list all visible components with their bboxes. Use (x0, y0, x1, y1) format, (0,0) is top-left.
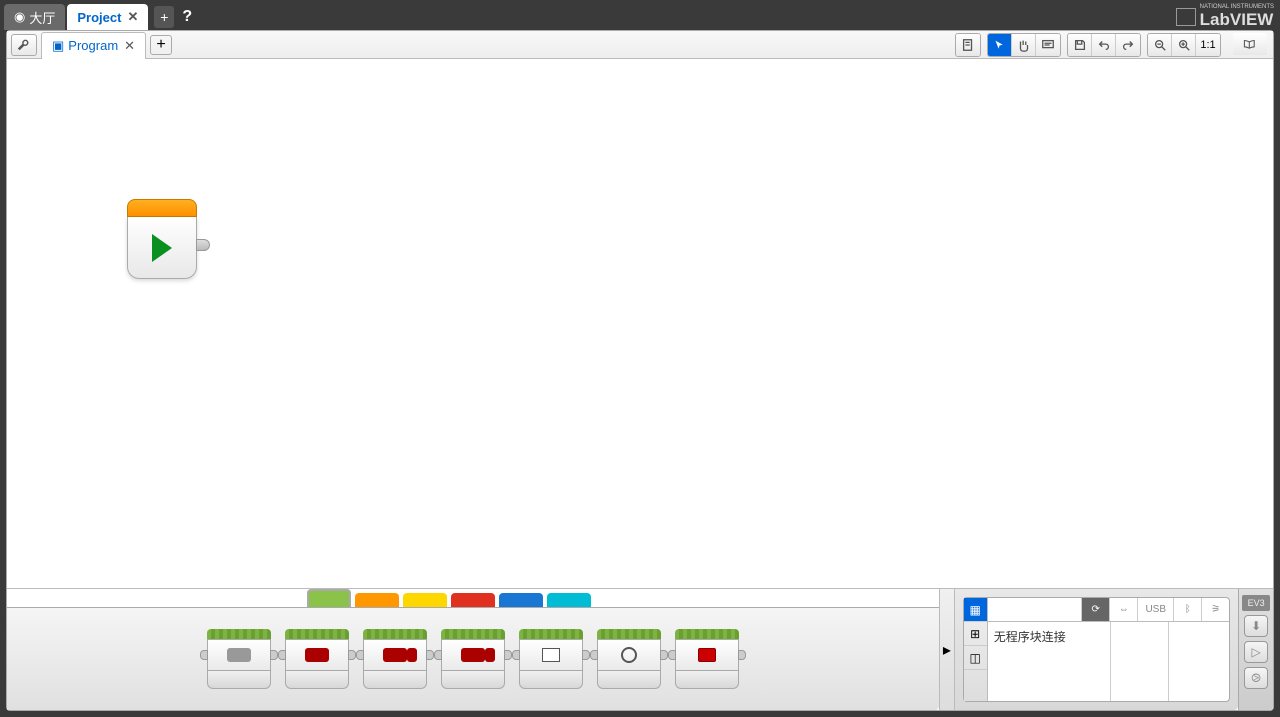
port-view-tab[interactable]: ⊞ (964, 622, 987, 646)
save-icon (1073, 38, 1087, 52)
tab-project[interactable]: Project ✕ (67, 4, 148, 30)
top-tab-bar: ◉ 大厅 Project ✕ + ? NATIONAL INSTRUMENTS … (0, 0, 1280, 30)
category-advanced[interactable] (499, 593, 543, 607)
expand-panel-button[interactable]: ▸ (939, 589, 954, 710)
zoom-out-icon (1153, 38, 1167, 52)
bluetooth-button[interactable]: ᛒ (1173, 598, 1201, 621)
brick-apps-tab[interactable]: ◫ (964, 646, 987, 670)
medium-motor-icon (227, 648, 251, 662)
document-icon (961, 38, 975, 52)
tab-lobby[interactable]: ◉ 大厅 (4, 4, 65, 30)
run-selected-icon: ⧁ (1251, 671, 1261, 686)
help-button[interactable]: ? (182, 8, 192, 26)
ev3-label: EV3 (1242, 595, 1270, 611)
sub-tab-bar: ▣ Program ✕ + (7, 31, 1273, 59)
block-large-motor[interactable] (285, 629, 349, 689)
refresh-icon: ⟳ (1092, 604, 1100, 615)
comment-icon (1041, 38, 1055, 52)
block-sound[interactable] (597, 629, 661, 689)
grid-icon: ▦ (970, 603, 981, 617)
close-icon[interactable]: ✕ (124, 38, 135, 54)
block-medium-motor[interactable] (207, 629, 271, 689)
category-sensor[interactable] (403, 593, 447, 607)
brick-info-tab[interactable]: ▦ (964, 598, 987, 622)
ni-logo-icon (1176, 8, 1196, 26)
sound-icon (621, 647, 637, 663)
wifi-button[interactable]: ⚞ (1201, 598, 1229, 621)
palette-area: ▸ ▦ ⊞ ◫ ⟳ ⇔ USB ᛒ ⚞ 无程序块连接 (7, 588, 1273, 710)
ev3-controls: EV3 ⬇ ▷ ⧁ (1238, 589, 1273, 710)
redo-icon (1121, 38, 1135, 52)
download-button[interactable]: ⬇ (1244, 615, 1268, 637)
start-block[interactable] (127, 199, 197, 279)
port-icon: ⊞ (970, 627, 980, 641)
palette-body (7, 607, 939, 710)
undo-icon (1097, 38, 1111, 52)
document-button[interactable] (956, 34, 980, 56)
program-icon: ▣ (52, 38, 64, 54)
run-icon: ▷ (1251, 645, 1260, 659)
large-motor-icon (305, 648, 329, 662)
expand-conn-button[interactable]: ⇔ (1109, 598, 1137, 621)
bluetooth-icon: ᛒ (1185, 604, 1191, 615)
refresh-button[interactable]: ⟳ (1081, 598, 1109, 621)
category-flow[interactable] (355, 593, 399, 607)
palette-category-tabs (7, 589, 939, 607)
brick-status-panel: ▦ ⊞ ◫ ⟳ ⇔ USB ᛒ ⚞ 无程序块连接 (954, 589, 1239, 710)
book-icon (1243, 37, 1257, 51)
expand-icon: ⇔ (1119, 604, 1129, 615)
comment-tool[interactable] (1036, 34, 1060, 56)
category-myblocks[interactable] (547, 593, 591, 607)
content-editor-button[interactable] (1233, 33, 1267, 55)
zoom-in-button[interactable] (1172, 34, 1196, 56)
block-display[interactable] (519, 629, 583, 689)
sub-tab-label: Program (68, 38, 118, 53)
brick-light-icon (698, 648, 716, 662)
category-action[interactable] (307, 589, 351, 607)
run-button[interactable]: ▷ (1244, 641, 1268, 663)
right-toolbar: 1:1 (955, 33, 1267, 57)
status-message: 无程序块连接 (988, 622, 1230, 651)
zoom-reset-button[interactable]: 1:1 (1196, 34, 1220, 56)
tank-icon (461, 648, 485, 662)
zoom-out-button[interactable] (1148, 34, 1172, 56)
download-icon: ⬇ (1251, 619, 1261, 633)
program-canvas[interactable] (7, 59, 1273, 588)
pointer-tool[interactable] (988, 34, 1012, 56)
save-button[interactable] (1068, 34, 1092, 56)
zoom-in-icon (1177, 38, 1191, 52)
start-block-header (127, 199, 197, 217)
wrench-icon (17, 38, 31, 52)
tab-project-label: Project (77, 10, 121, 25)
run-selected-button[interactable]: ⧁ (1244, 667, 1268, 689)
play-icon (152, 234, 172, 262)
wifi-icon: ⚞ (1211, 604, 1220, 615)
redo-button[interactable] (1116, 34, 1140, 56)
connector-out[interactable] (196, 239, 210, 251)
steering-icon (383, 648, 407, 662)
sub-tab-program[interactable]: ▣ Program ✕ (41, 32, 146, 59)
block-brick-light[interactable] (675, 629, 739, 689)
status-side-tabs: ▦ ⊞ ◫ (964, 598, 988, 701)
apps-icon: ◫ (970, 651, 981, 665)
brand-logo-area: NATIONAL INSTRUMENTS LabVIEW (1176, 4, 1274, 30)
undo-button[interactable] (1092, 34, 1116, 56)
lobby-icon: ◉ (14, 9, 25, 25)
block-move-steering[interactable] (363, 629, 427, 689)
hand-icon (1017, 38, 1031, 52)
pan-tool[interactable] (1012, 34, 1036, 56)
display-icon (542, 648, 560, 662)
add-tab-button[interactable]: + (154, 6, 174, 28)
content-area: ▣ Program ✕ + (6, 30, 1274, 711)
usb-button[interactable]: USB (1137, 598, 1173, 621)
add-sub-tab-button[interactable]: + (150, 35, 172, 55)
close-icon[interactable]: ✕ (127, 9, 138, 25)
properties-button[interactable] (11, 34, 37, 56)
category-data[interactable] (451, 593, 495, 607)
block-move-tank[interactable] (441, 629, 505, 689)
pointer-icon (993, 39, 1006, 52)
tab-lobby-label: 大厅 (29, 8, 55, 27)
brand-name: LabVIEW (1200, 10, 1274, 30)
